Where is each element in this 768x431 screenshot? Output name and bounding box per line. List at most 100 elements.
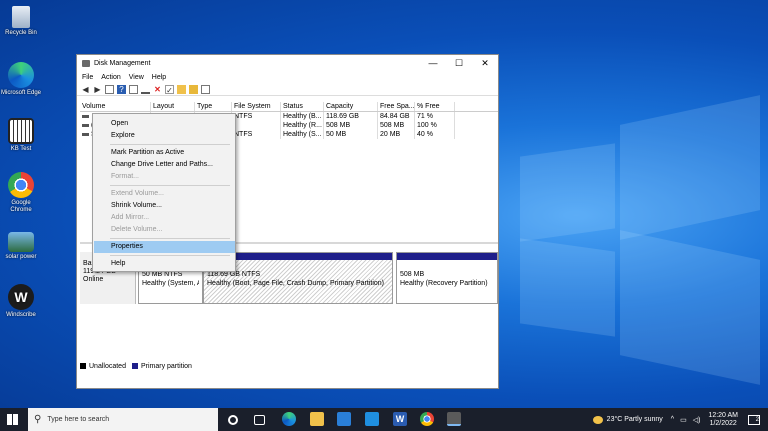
weather-icon[interactable] [592,415,603,424]
wallpaper-beam [620,95,760,240]
edge-icon[interactable] [282,412,296,426]
menu-item-properties[interactable]: Properties [94,241,235,253]
search-input: Type here to search [47,416,110,423]
context-menu: Open Explore Mark Partition as Active Ch… [92,113,236,272]
partition-status: Healthy (System, A [142,280,199,287]
desktop-icon-label: Google Chrome [10,200,32,213]
delete-icon[interactable]: ✕ [153,85,162,94]
chrome-icon [8,172,34,198]
connect-icon[interactable] [141,85,150,94]
network-icon[interactable]: ▭ [680,416,687,424]
legend: Unallocated Primary partition [80,363,192,370]
drive-icon [82,133,89,136]
partition-recovery[interactable]: 508 MB Healthy (Recovery Partition) [396,252,498,304]
weather-text[interactable]: 23°C Partly sunny [607,416,663,423]
column-header[interactable]: Type [195,102,232,111]
help-icon[interactable]: ? [117,84,126,94]
clock[interactable]: 12:20 AM 1/2/2022 [708,412,738,428]
list-view-icon[interactable] [129,84,138,94]
chevron-up-icon[interactable]: ^ [671,416,674,423]
title-bar[interactable]: Disk Management — ☐ ✕ [77,55,498,71]
legend-primary: Primary partition [131,363,192,370]
properties-icon[interactable] [201,84,210,94]
notification-icon[interactable]: 2 [748,414,760,425]
system-tray: 23°C Partly sunny ^ ▭ ◁) 12:20 AM 1/2/20… [592,408,768,431]
desktop-icon-chrome[interactable]: Google Chrome [0,172,42,214]
partition-status: Healthy (Boot, Page File, Crash Dump, Pr… [207,280,385,287]
minimize-button[interactable]: — [420,58,446,69]
disk-management-taskbar-icon[interactable] [447,412,461,426]
column-header[interactable]: Layout [151,102,195,111]
file-explorer-icon[interactable] [310,412,324,426]
menu-item-help[interactable]: Help [94,258,235,270]
time: 12:20 AM [708,411,738,419]
date: 1/2/2022 [709,419,737,427]
menu-item-format[interactable]: Format... [94,171,235,183]
desktop-icon-kb-test[interactable]: KB Test [0,118,42,153]
close-button[interactable]: ✕ [472,58,498,69]
menu-action[interactable]: Action [101,74,120,81]
chrome-icon[interactable] [420,412,434,426]
store-icon[interactable] [337,412,351,426]
grid-view-icon[interactable] [105,84,114,94]
volume-list-header: Volume Layout Type File System Status Ca… [80,102,498,112]
taskbar: ⚲ Type here to search W 23°C Partly sunn… [0,408,768,431]
forward-arrow-icon[interactable]: ▶ [93,85,102,94]
recycle-bin-icon [12,6,30,28]
menu-separator [110,238,230,239]
start-button[interactable] [7,414,18,425]
column-header[interactable]: Status [281,102,324,111]
desktop-icon-label: Microsoft Edge [0,90,42,96]
window-title: Disk Management [94,59,151,67]
kb-test-icon [8,118,34,144]
column-header[interactable]: Volume [80,102,151,111]
menu-view[interactable]: View [129,74,144,81]
partition-status: Healthy (Recovery Partition) [400,280,488,287]
menu-help[interactable]: Help [152,74,166,81]
desktop-icon-edge[interactable]: Microsoft Edge [0,62,42,97]
menu-file[interactable]: File [82,74,93,81]
volume-icon[interactable]: ◁) [693,416,701,424]
menu-item-add-mirror[interactable]: Add Mirror... [94,212,235,224]
desktop-icon-solar-power[interactable]: solar power [0,232,42,261]
toolbar: ◀ ▶ ? ✕ ✓ [77,83,498,96]
menu-item-mark-active[interactable]: Mark Partition as Active [94,147,235,159]
column-header[interactable]: Capacity [324,102,378,111]
back-arrow-icon[interactable]: ◀ [81,85,90,94]
search-box[interactable]: ⚲ Type here to search [28,408,218,431]
word-icon[interactable]: W [393,412,407,426]
desktop-icon-label: Windscribe [6,312,36,318]
check-icon[interactable]: ✓ [165,84,174,95]
desktop-icon-label: solar power [5,254,37,260]
wallpaper-beam [520,238,615,337]
folder-icon[interactable] [177,84,186,94]
menu-item-extend-volume[interactable]: Extend Volume... [94,188,235,200]
open-folder-icon[interactable] [189,84,198,94]
mail-icon[interactable] [365,412,379,426]
task-view-icon[interactable] [254,415,265,425]
edge-icon [8,62,34,88]
wallpaper-beam [620,230,760,385]
disk-management-icon [82,59,90,67]
notification-count: 2 [755,416,759,423]
legend-unallocated: Unallocated [80,363,126,370]
menu-item-open[interactable]: Open [94,118,235,130]
drive-icon [82,115,89,118]
desktop-icon-windscribe[interactable]: W Windscribe [0,284,42,319]
menu-item-change-drive-letter[interactable]: Change Drive Letter and Paths... [94,159,235,171]
cortana-icon[interactable] [228,415,238,425]
disk-state: Online [83,276,104,283]
column-header[interactable]: Free Spa... [378,102,415,111]
search-icon: ⚲ [34,414,42,425]
column-header[interactable]: File System [232,102,281,111]
folder-image-icon [8,232,34,252]
maximize-button[interactable]: ☐ [446,58,472,69]
menu-item-explore[interactable]: Explore [94,130,235,142]
column-header[interactable]: % Free [415,102,455,111]
menu-separator [110,255,230,256]
menu-item-shrink-volume[interactable]: Shrink Volume... [94,200,235,212]
menu-bar: File Action View Help [77,71,498,83]
desktop-icon-recycle-bin[interactable]: Recycle Bin [0,6,42,37]
menu-separator [110,144,230,145]
menu-item-delete-volume[interactable]: Delete Volume... [94,224,235,236]
